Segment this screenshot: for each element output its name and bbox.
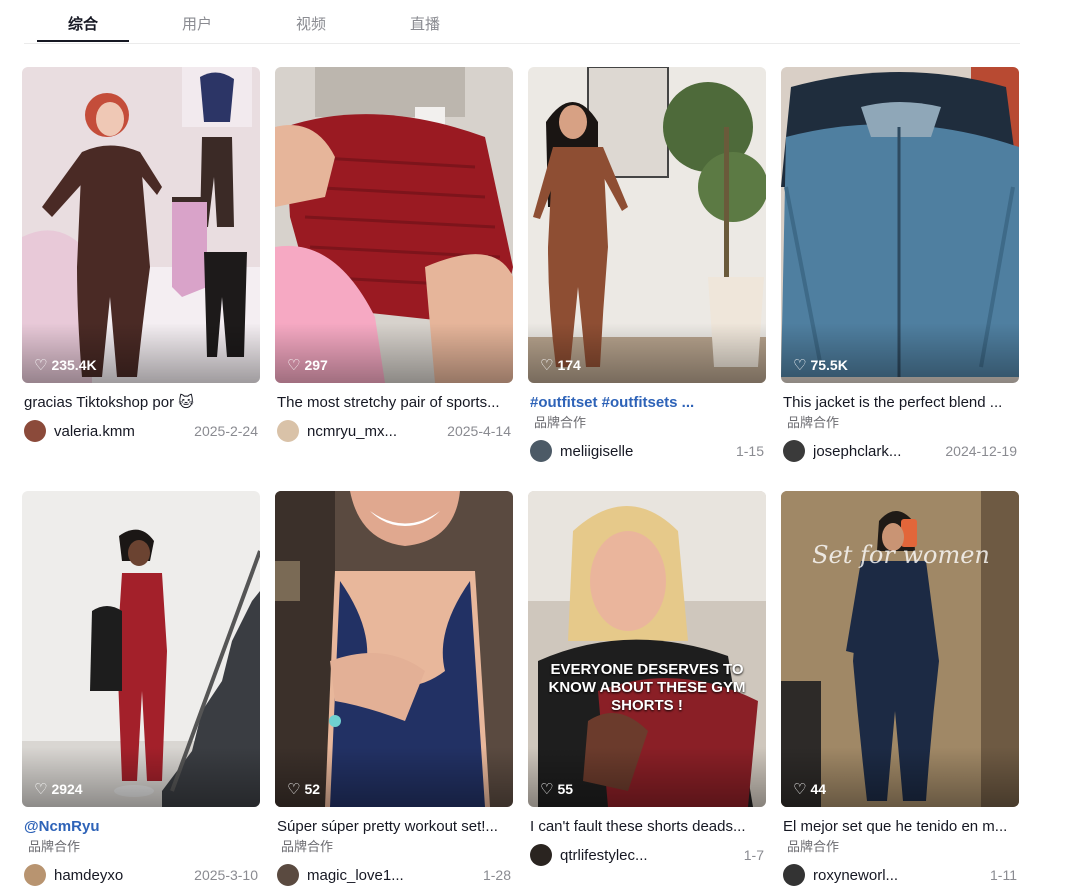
author-name[interactable]: magic_love1... xyxy=(307,867,404,884)
video-meta: hamdeyxo 2025-3-10 xyxy=(22,863,260,887)
thumbnail-image xyxy=(781,67,1019,383)
video-description[interactable]: El mejor set que he tenido en m... xyxy=(781,817,1019,837)
like-count: ♡ 55 xyxy=(540,780,574,798)
brand-partnership-badge: 品牌合作 xyxy=(534,416,587,431)
author-name[interactable]: josephclark... xyxy=(813,443,901,460)
avatar[interactable] xyxy=(783,864,805,886)
avatar[interactable] xyxy=(277,864,299,886)
heart-icon: ♡ xyxy=(287,356,301,374)
like-count: ♡ 235.4K xyxy=(34,356,97,374)
author-name[interactable]: ncmryu_mx... xyxy=(307,423,397,440)
search-tabs: 综合 用户 视频 直播 xyxy=(24,0,1020,44)
thumbnail-image xyxy=(22,67,260,383)
brand-partnership-badge: 品牌合作 xyxy=(787,416,840,431)
video-card[interactable]: ♡ 174 #outfitset #outfitsets ... 品牌合作 me… xyxy=(528,67,766,463)
video-thumbnail[interactable]: ♡ 235.4K xyxy=(22,67,260,383)
video-meta: qtrlifestylec... 1-7 xyxy=(528,843,766,867)
avatar[interactable] xyxy=(24,420,46,442)
video-meta: valeria.kmm 2025-2-24 xyxy=(22,419,260,443)
video-card[interactable]: ♡ 235.4K gracias Tiktokshop por 🐱 valeri… xyxy=(22,67,260,443)
post-date: 2025-4-14 xyxy=(447,423,511,439)
video-card[interactable]: ♡ 52 Súper súper pretty workout set!... … xyxy=(275,491,513,887)
heart-icon: ♡ xyxy=(34,356,48,374)
author-name[interactable]: valeria.kmm xyxy=(54,423,135,440)
video-overlay-caption: EVERYONE DESERVES TO KNOW ABOUT THESE GY… xyxy=(548,661,746,714)
like-count: ♡ 174 xyxy=(540,356,581,374)
active-tab-indicator xyxy=(37,40,129,42)
avatar[interactable] xyxy=(530,844,552,866)
heart-icon: ♡ xyxy=(540,356,554,374)
video-description[interactable]: gracias Tiktokshop por 🐱 xyxy=(22,393,260,413)
like-count: ♡ 297 xyxy=(287,356,328,374)
video-description[interactable]: @NcmRyu xyxy=(22,817,260,837)
video-card[interactable]: ♡ 297 The most stretchy pair of sports..… xyxy=(275,67,513,443)
author-name[interactable]: meliigiselle xyxy=(560,443,633,460)
avatar[interactable] xyxy=(24,864,46,886)
like-count: ♡ 52 xyxy=(287,780,321,798)
thumbnail-image xyxy=(528,67,766,383)
post-date: 2025-2-24 xyxy=(194,423,258,439)
post-date: 2024-12-19 xyxy=(945,443,1017,459)
heart-icon: ♡ xyxy=(34,780,48,798)
video-thumbnail[interactable]: EVERYONE DESERVES TO KNOW ABOUT THESE GY… xyxy=(528,491,766,807)
video-description[interactable]: This jacket is the perfect blend ... xyxy=(781,393,1019,413)
like-count: ♡ 75.5K xyxy=(793,356,848,374)
tab-users[interactable]: 用户 xyxy=(151,13,243,34)
video-description[interactable]: The most stretchy pair of sports... xyxy=(275,393,513,413)
like-count: ♡ 44 xyxy=(793,780,827,798)
video-thumbnail[interactable]: ♡ 297 xyxy=(275,67,513,383)
video-thumbnail[interactable]: ♡ 75.5K xyxy=(781,67,1019,383)
post-date: 1-7 xyxy=(743,847,764,863)
video-description[interactable]: I can't fault these shorts deads... xyxy=(528,817,766,837)
tab-all[interactable]: 综合 xyxy=(37,13,129,34)
video-thumbnail[interactable]: Set for women ♡ 44 xyxy=(781,491,1019,807)
video-card[interactable]: ♡ 75.5K This jacket is the perfect blend… xyxy=(781,67,1019,463)
video-meta: roxyneworl... 1-11 xyxy=(781,863,1019,887)
heart-icon: ♡ xyxy=(793,780,807,798)
post-date: 1-11 xyxy=(990,867,1017,883)
video-meta: josephclark... 2024-12-19 xyxy=(781,439,1019,463)
avatar[interactable] xyxy=(277,420,299,442)
video-meta: ncmryu_mx... 2025-4-14 xyxy=(275,419,513,443)
video-thumbnail[interactable]: ♡ 2924 xyxy=(22,491,260,807)
tab-live[interactable]: 直播 xyxy=(379,13,471,34)
thumbnail-image xyxy=(781,491,1019,807)
heart-icon: ♡ xyxy=(540,780,554,798)
thumbnail-image xyxy=(528,491,766,807)
author-name[interactable]: hamdeyxo xyxy=(54,867,123,884)
avatar[interactable] xyxy=(530,440,552,462)
video-card[interactable]: Set for women ♡ 44 El mejor set que he t… xyxy=(781,491,1019,887)
brand-partnership-badge: 品牌合作 xyxy=(28,840,81,855)
thumbnail-image xyxy=(275,491,513,807)
heart-icon: ♡ xyxy=(287,780,301,798)
author-name[interactable]: roxyneworl... xyxy=(813,867,898,884)
post-date: 1-15 xyxy=(735,443,764,459)
like-count: ♡ 2924 xyxy=(34,780,83,798)
post-date: 2025-3-10 xyxy=(194,867,258,883)
video-meta: magic_love1... 1-28 xyxy=(275,863,513,887)
video-description[interactable]: Súper súper pretty workout set!... xyxy=(275,817,513,837)
author-name[interactable]: qtrlifestylec... xyxy=(560,847,648,864)
thumbnail-image xyxy=(275,67,513,383)
heart-icon: ♡ xyxy=(793,356,807,374)
thumbnail-image xyxy=(22,491,260,807)
video-card[interactable]: EVERYONE DESERVES TO KNOW ABOUT THESE GY… xyxy=(528,491,766,867)
video-thumbnail[interactable]: ♡ 174 xyxy=(528,67,766,383)
video-card[interactable]: ♡ 2924 @NcmRyu 品牌合作 hamdeyxo 2025-3-10 xyxy=(22,491,260,887)
video-overlay-caption: Set for women xyxy=(812,541,990,569)
video-meta: meliigiselle 1-15 xyxy=(528,439,766,463)
avatar[interactable] xyxy=(783,440,805,462)
brand-partnership-badge: 品牌合作 xyxy=(281,840,334,855)
tab-videos[interactable]: 视频 xyxy=(265,13,357,34)
brand-partnership-badge: 品牌合作 xyxy=(787,840,840,855)
post-date: 1-28 xyxy=(482,867,511,883)
video-description[interactable]: #outfitset #outfitsets ... xyxy=(528,393,766,413)
video-thumbnail[interactable]: ♡ 52 xyxy=(275,491,513,807)
